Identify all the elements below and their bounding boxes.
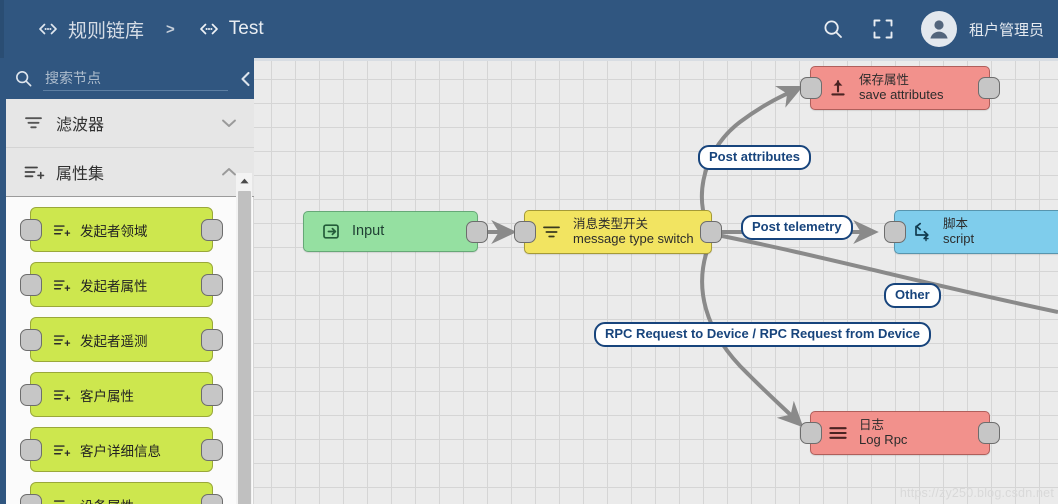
rule-chain-editor: 规则链库 > Test 租户管理员 搜索节点 滤波器 属性集 发起者领域 发起者… xyxy=(0,0,1058,504)
node-input-connector[interactable] xyxy=(800,77,822,99)
canvas-node-text: 脚本 script xyxy=(943,217,974,246)
list-plus-icon xyxy=(53,278,73,292)
list-plus-icon xyxy=(53,498,73,504)
canvas-node-label-cn: 脚本 xyxy=(943,217,969,232)
canvas-node-text: 日志 Log Rpc xyxy=(859,418,907,447)
canvas-node-label-en: save attributes xyxy=(859,86,944,102)
breadcrumb-item-test[interactable]: Test xyxy=(197,18,264,40)
node-output-connector[interactable] xyxy=(978,422,1000,444)
node-output-connector[interactable] xyxy=(978,77,1000,99)
list-plus-icon xyxy=(53,333,73,347)
canvas-node-label-en: Input xyxy=(352,223,385,240)
palette-section-filters[interactable]: 滤波器 xyxy=(6,99,254,148)
canvas-node-text: 保存属性 save attributes xyxy=(859,73,944,102)
breadcrumb: 规则链库 > Test xyxy=(36,16,264,43)
node-input-connector[interactable] xyxy=(800,422,822,444)
user-name: 租户管理员 xyxy=(968,21,1044,39)
canvas-node-label-cn: 消息类型开关 xyxy=(573,217,649,232)
list-plus-icon xyxy=(53,223,73,237)
canvas-node-label-cn: 日志 xyxy=(859,418,885,433)
node-input-connector[interactable] xyxy=(884,221,906,243)
palette-node-item[interactable]: 客户详细信息 xyxy=(20,427,223,472)
breadcrumb-item-rule-chains[interactable]: 规则链库 xyxy=(36,16,144,43)
filter-icon xyxy=(24,115,50,131)
canvas-node-label-en: script xyxy=(943,230,975,246)
sidebar-scrollbar-thumb[interactable] xyxy=(238,191,251,504)
palette-node-item[interactable]: 客户属性 xyxy=(20,372,223,417)
node-input-connector[interactable] xyxy=(20,383,42,406)
edge-label-post-attributes[interactable]: Post attributes xyxy=(698,145,812,171)
node-output-connector[interactable] xyxy=(700,221,722,243)
palette-node-list: 发起者领域 发起者属性 发起者遥测 客户属性 客户详细信息 xyxy=(6,197,237,504)
canvas-node-label-en: message type switch xyxy=(573,230,694,246)
edge-label-rpc-request[interactable]: RPC Request to Device / RPC Request from… xyxy=(594,322,931,348)
search-icon[interactable] xyxy=(813,9,853,49)
node-output-connector[interactable] xyxy=(201,328,223,351)
canvas-node-input[interactable]: Input xyxy=(303,211,488,252)
canvas-node-script[interactable]: 脚本 script xyxy=(884,210,1058,254)
node-input-connector[interactable] xyxy=(20,328,42,351)
node-output-connector[interactable] xyxy=(201,493,223,504)
edge-label-other[interactable]: Other xyxy=(884,283,941,309)
upload-arrow-icon xyxy=(825,78,851,98)
breadcrumb-label-rule-chains: 规则链库 xyxy=(68,20,145,42)
code-brackets-icon xyxy=(197,19,221,39)
node-input-connector[interactable] xyxy=(20,273,42,296)
script-transform-icon xyxy=(909,222,935,243)
fullscreen-icon[interactable] xyxy=(863,9,903,49)
palette-node-label: 设备属性 xyxy=(80,495,134,504)
node-output-connector[interactable] xyxy=(201,218,223,241)
node-output-connector[interactable] xyxy=(466,220,488,243)
palette-section-label: 滤波器 xyxy=(56,117,105,134)
palette-node-label: 客户属性 xyxy=(80,388,134,404)
canvas-node-label-cn: 保存属性 xyxy=(859,73,910,88)
node-input-connector[interactable] xyxy=(20,218,42,241)
canvas-node-message-type-switch[interactable]: 消息类型开关 message type switch xyxy=(514,210,722,254)
canvas-node-log-rpc[interactable]: 日志 Log Rpc xyxy=(800,411,1000,455)
node-input-connector[interactable] xyxy=(20,438,42,461)
palette-node-item[interactable]: 发起者遥测 xyxy=(20,317,223,362)
palette-section-attributes[interactable]: 属性集 xyxy=(6,148,254,197)
list-plus-icon xyxy=(53,388,73,402)
login-arrow-icon xyxy=(318,221,344,242)
palette-node-label: 发起者领域 xyxy=(80,223,148,239)
breadcrumb-separator: > xyxy=(166,20,175,38)
canvas-node-text: 消息类型开关 message type switch xyxy=(573,217,694,246)
list-plus-icon xyxy=(24,164,50,180)
node-input-connector[interactable] xyxy=(20,493,42,504)
list-plus-icon xyxy=(53,443,73,457)
canvas-node-save-attributes[interactable]: 保存属性 save attributes xyxy=(800,66,1000,110)
node-output-connector[interactable] xyxy=(201,438,223,461)
palette-node-item[interactable]: 设备属性 xyxy=(20,482,223,504)
node-output-connector[interactable] xyxy=(201,273,223,296)
filter-icon xyxy=(539,224,565,240)
node-output-connector[interactable] xyxy=(201,383,223,406)
chevron-down-icon xyxy=(220,117,238,129)
triangle-up-icon[interactable] xyxy=(236,173,252,189)
avatar[interactable] xyxy=(920,11,957,47)
palette-section-label: 属性集 xyxy=(56,166,105,183)
node-input-connector[interactable] xyxy=(514,221,536,243)
palette-node-label: 客户详细信息 xyxy=(80,443,161,459)
palette-search-bar xyxy=(0,58,254,99)
canvas-node-label-en: Log Rpc xyxy=(859,431,908,447)
palette-node-label: 发起者属性 xyxy=(80,278,148,294)
breadcrumb-label-test: Test xyxy=(228,18,264,39)
search-input[interactable] xyxy=(43,66,228,91)
search-icon xyxy=(14,69,33,88)
chevron-left-icon[interactable] xyxy=(228,70,258,88)
app-header: 规则链库 > Test 租户管理员 xyxy=(0,0,1058,58)
palette-node-item[interactable]: 发起者属性 xyxy=(20,262,223,307)
edge-label-post-telemetry[interactable]: Post telemetry xyxy=(741,215,853,241)
code-brackets-icon xyxy=(36,19,60,39)
rule-chain-canvas[interactable]: Input 消息类型开关 message type switch 保存属性 sa… xyxy=(254,58,1058,504)
node-palette-sidebar: 滤波器 属性集 发起者领域 xyxy=(0,58,254,504)
log-lines-icon xyxy=(825,425,851,441)
canvas-node-text: Input xyxy=(352,222,384,240)
palette-node-label: 发起者遥测 xyxy=(80,333,148,349)
palette-node-item[interactable]: 发起者领域 xyxy=(20,207,223,252)
